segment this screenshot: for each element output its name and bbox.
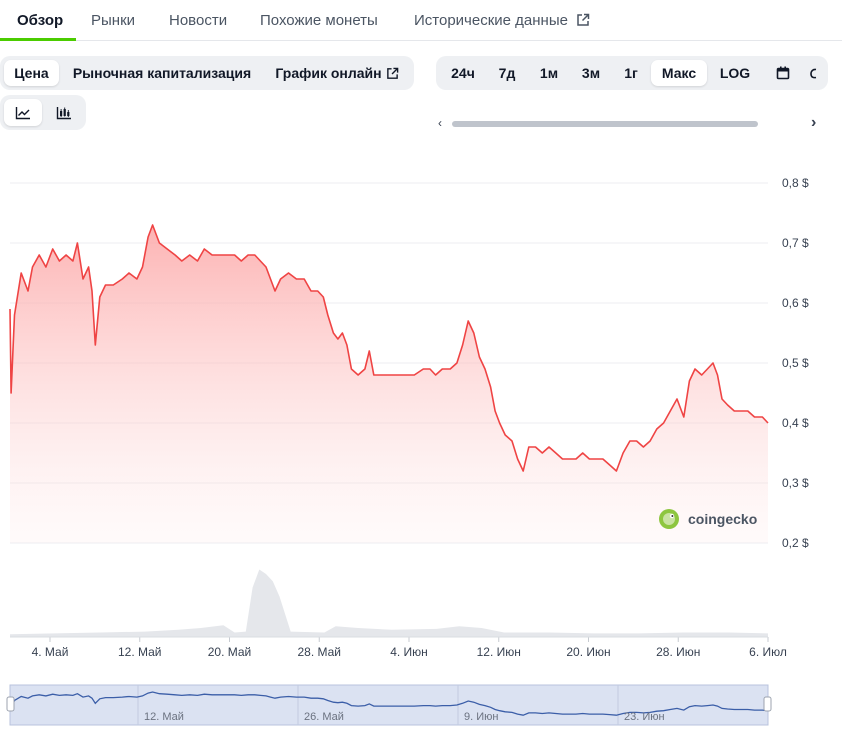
x-tick-label: 20. Июн: [566, 645, 610, 659]
y-tick-label: 0,5 $: [782, 356, 809, 370]
volume-area: [10, 569, 768, 637]
navigator-tick-label: 9. Июн: [464, 711, 498, 723]
x-tick-label: 20. Май: [208, 645, 252, 659]
x-tick-label: 4. Июн: [390, 645, 428, 659]
x-tick-label: 6. Июл: [749, 645, 787, 659]
volume-bars: [10, 569, 768, 637]
navigator-right-handle[interactable]: [763, 696, 772, 712]
navigator-tick-label: 12. Май: [144, 711, 184, 723]
x-tick-label: 12. Май: [118, 645, 162, 659]
x-tick-label: 28. Июн: [656, 645, 700, 659]
x-tick-label: 28. Май: [297, 645, 341, 659]
x-tick-label: 4. Май: [32, 645, 69, 659]
y-axis-ticks: 0,2 $ 0,3 $ 0,4 $ 0,5 $ 0,6 $ 0,7 $ 0,8 $: [782, 176, 809, 550]
y-tick-label: 0,6 $: [782, 296, 809, 310]
y-tick-label: 0,3 $: [782, 476, 809, 490]
navigator-tick-label: 23. Июн: [624, 711, 665, 723]
price-chart[interactable]: 0,2 $ 0,3 $ 0,4 $ 0,5 $ 0,6 $ 0,7 $ 0,8 $ 4. М…: [0, 0, 842, 738]
price-area: [10, 225, 768, 543]
navigator-left-handle[interactable]: [6, 696, 15, 712]
y-tick-label: 0,4 $: [782, 416, 809, 430]
x-tick-label: 12. Июн: [477, 645, 521, 659]
y-tick-label: 0,2 $: [782, 536, 809, 550]
navigator-tick-label: 26. Май: [304, 711, 344, 723]
brand-name: coingecko: [688, 511, 757, 527]
y-tick-label: 0,7 $: [782, 236, 809, 250]
coingecko-logo: coingecko: [659, 509, 757, 529]
y-tick-label: 0,8 $: [782, 176, 809, 190]
x-axis-ticks: 4. Май 12. Май 20. Май 28. Май 4. Июн 12. Июн…: [10, 636, 787, 659]
